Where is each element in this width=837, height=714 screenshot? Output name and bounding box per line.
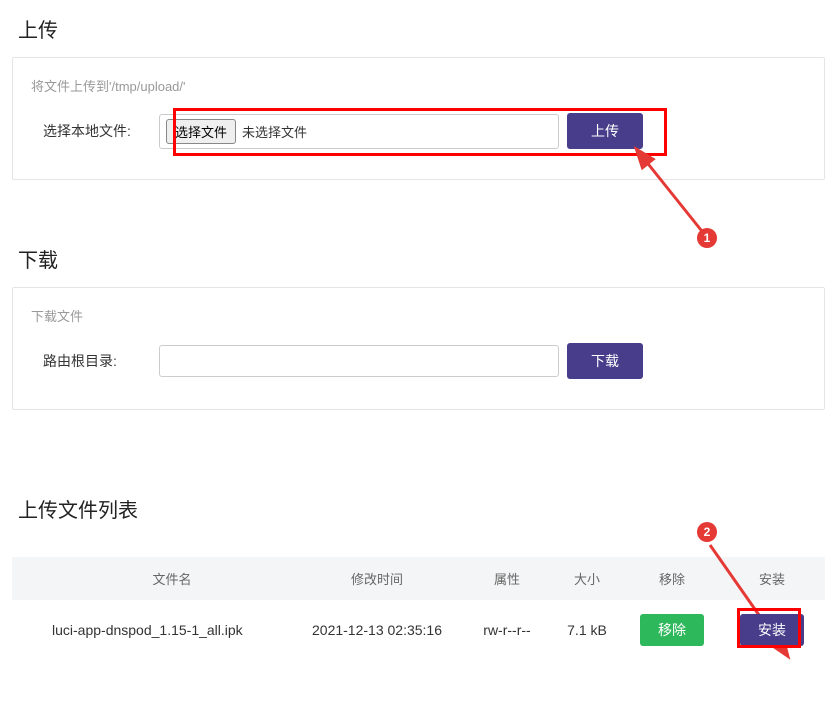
file-size-cell: 7.1 kB bbox=[552, 622, 622, 638]
file-name-cell: luci-app-dnspod_1.15-1_all.ipk bbox=[12, 622, 292, 638]
upload-button[interactable]: 上传 bbox=[567, 113, 643, 149]
callout-badge: 1 bbox=[697, 228, 717, 248]
upload-file-label: 选择本地文件: bbox=[31, 121, 151, 141]
col-header-remove: 移除 bbox=[622, 569, 722, 588]
files-table: 文件名 修改时间 属性 大小 移除 安装 luci-app-dnspod_1.1… bbox=[12, 557, 825, 660]
install-button[interactable]: 安装 bbox=[740, 614, 804, 646]
download-path-label: 路由根目录: bbox=[31, 351, 151, 371]
col-header-attr: 属性 bbox=[462, 569, 552, 588]
file-status-text: 未选择文件 bbox=[242, 122, 307, 141]
col-header-size: 大小 bbox=[552, 569, 622, 588]
col-header-install: 安装 bbox=[722, 569, 822, 588]
table-row: luci-app-dnspod_1.15-1_all.ipk 2021-12-1… bbox=[12, 600, 825, 660]
file-remove-cell: 移除 bbox=[622, 614, 722, 646]
col-header-name: 文件名 bbox=[12, 569, 292, 588]
download-panel: 下载文件 路由根目录: 下载 bbox=[12, 287, 825, 410]
file-time-cell: 2021-12-13 02:35:16 bbox=[292, 622, 462, 638]
file-install-cell: 安装 bbox=[722, 614, 822, 646]
upload-panel: 将文件上传到'/tmp/upload/' 选择本地文件: 选择文件 未选择文件 … bbox=[12, 57, 825, 180]
file-input[interactable]: 选择文件 未选择文件 bbox=[159, 114, 559, 149]
download-form-row: 路由根目录: 下载 bbox=[31, 343, 806, 379]
remove-button[interactable]: 移除 bbox=[640, 614, 704, 646]
upload-form-row: 选择本地文件: 选择文件 未选择文件 上传 bbox=[31, 113, 806, 149]
callout-badge: 2 bbox=[697, 522, 717, 542]
files-section: 上传文件列表 2 文件名 修改时间 属性 大小 移除 安装 luci-app-d… bbox=[0, 480, 837, 660]
file-attr-cell: rw-r--r-- bbox=[462, 622, 552, 638]
col-header-time: 修改时间 bbox=[292, 569, 462, 588]
upload-title: 上传 bbox=[0, 0, 837, 57]
choose-file-button[interactable]: 选择文件 bbox=[166, 119, 236, 144]
download-path-input[interactable] bbox=[159, 345, 559, 377]
table-header-row: 文件名 修改时间 属性 大小 移除 安装 bbox=[12, 557, 825, 600]
upload-desc: 将文件上传到'/tmp/upload/' bbox=[31, 76, 806, 95]
download-desc: 下载文件 bbox=[31, 306, 806, 325]
download-button[interactable]: 下载 bbox=[567, 343, 643, 379]
